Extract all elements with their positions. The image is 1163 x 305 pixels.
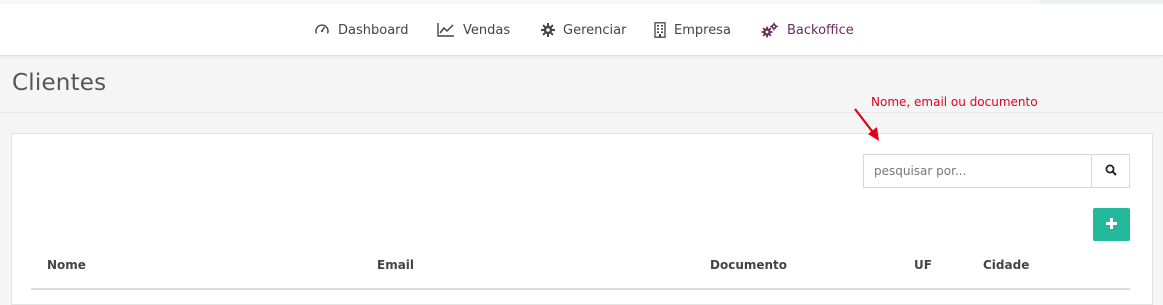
column-header-nome: Nome <box>47 258 86 272</box>
plus-icon <box>1106 217 1117 232</box>
page-title: Clientes <box>12 70 107 96</box>
annotation-arrow-icon <box>854 108 879 141</box>
column-header-cidade: Cidade <box>983 258 1030 272</box>
nav-item-label: Dashboard <box>338 22 409 38</box>
nav-item-backoffice[interactable]: Backoffice <box>761 20 854 40</box>
speedometer-icon <box>314 22 330 38</box>
search-box <box>863 154 1130 188</box>
table-header-divider <box>31 288 1130 290</box>
nav-item-gerenciar[interactable]: Gerenciar <box>541 20 626 40</box>
search-button[interactable] <box>1091 155 1129 187</box>
nav-item-label: Backoffice <box>787 22 854 38</box>
search-icon <box>1105 164 1117 179</box>
nav-item-dashboard[interactable]: Dashboard <box>314 20 409 40</box>
nav-item-label: Empresa <box>674 22 731 38</box>
gear-icon <box>541 23 555 37</box>
building-icon <box>654 22 666 38</box>
nav-item-vendas[interactable]: Vendas <box>437 20 510 40</box>
nav-item-label: Gerenciar <box>563 22 627 38</box>
main-navbar: Dashboard Vendas Gerenciar Empresa Backo… <box>0 4 1163 56</box>
nav-item-label: Vendas <box>463 22 511 38</box>
add-client-button[interactable] <box>1093 208 1130 241</box>
column-header-email: Email <box>377 258 415 272</box>
search-input[interactable] <box>864 155 1091 187</box>
nav-item-empresa[interactable]: Empresa <box>654 20 731 40</box>
column-header-documento: Documento <box>710 258 788 272</box>
title-divider <box>0 112 1163 113</box>
line-chart-icon <box>437 22 455 38</box>
annotation-label: Nome, email ou documento <box>871 95 1038 109</box>
gears-icon <box>761 22 779 38</box>
column-header-uf: UF <box>914 258 932 272</box>
